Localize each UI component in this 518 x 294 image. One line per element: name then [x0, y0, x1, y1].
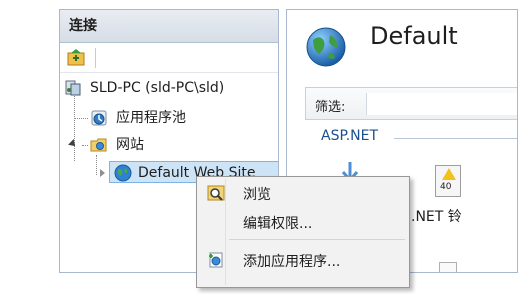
connections-toolbar [60, 43, 278, 73]
sites-folder-icon [90, 138, 107, 152]
app-pool-icon [91, 110, 107, 126]
section-header-aspnet[interactable]: ASP.NET [321, 128, 378, 144]
menu-separator [229, 239, 405, 240]
error-page-feature-icon[interactable]: 40 [435, 165, 461, 197]
toolbar-separator [95, 48, 96, 68]
tree-node-server[interactable]: SLD-PC (sld-PC\sld) [60, 77, 278, 99]
server-icon [65, 80, 81, 96]
feature-icon-partial[interactable] [439, 262, 457, 272]
add-application-icon [209, 252, 223, 268]
expand-arrow-icon[interactable] [100, 169, 105, 177]
section-divider [394, 138, 517, 139]
tree-node-sites[interactable]: 网站 [60, 134, 278, 156]
menu-item-edit-permissions[interactable]: 编辑权限... [199, 209, 407, 235]
connections-panel-title: 连接 [60, 10, 278, 43]
create-connection-icon[interactable] [67, 49, 85, 66]
filter-bar: 筛选: [305, 87, 517, 120]
warning-icon [442, 168, 456, 180]
feature-label: .NET 铃 [411, 209, 462, 225]
menu-item-add-application[interactable]: 添加应用程序... [199, 247, 407, 273]
tree-line [96, 155, 97, 175]
context-menu: 浏览 编辑权限... 添加应用程序... [196, 176, 410, 288]
explore-icon [207, 185, 225, 201]
globe-icon [114, 164, 132, 182]
site-globe-icon [306, 27, 346, 67]
filter-label: 筛选: [315, 100, 346, 115]
collapse-arrow-icon[interactable] [68, 139, 78, 149]
tree-node-app-pools[interactable]: 应用程序池 [60, 107, 278, 129]
menu-item-browse[interactable]: 浏览 [199, 180, 407, 206]
page-title: Default [370, 22, 458, 50]
filter-input[interactable] [366, 93, 517, 115]
